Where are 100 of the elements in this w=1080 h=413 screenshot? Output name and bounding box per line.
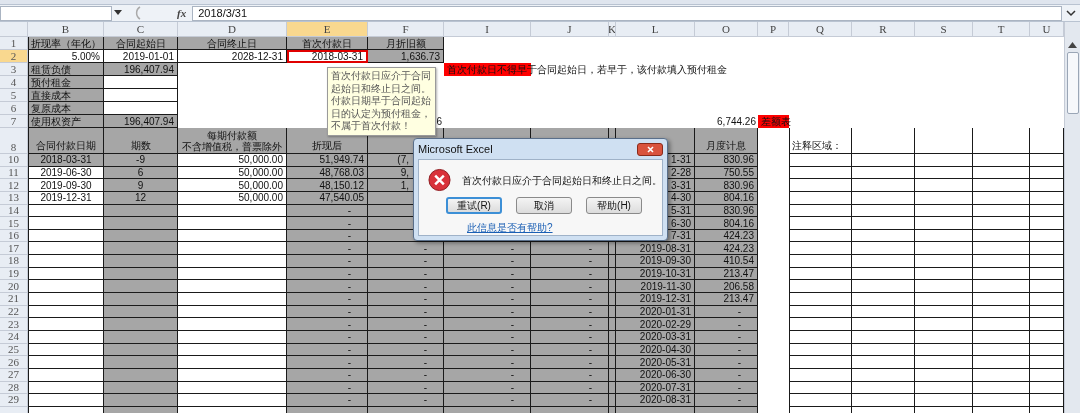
cell-text: 50,000.00	[238, 166, 283, 178]
cell-text: 196,407.94	[123, 63, 174, 75]
help-link[interactable]: 此信息是否有帮助?	[467, 220, 662, 235]
cell-text: -	[347, 369, 351, 381]
row-header[interactable]: 10	[0, 154, 28, 167]
cell-text: -	[423, 280, 427, 292]
cell-text: -	[423, 343, 427, 355]
cell-text: 2018-03-31	[311, 52, 363, 61]
cell-text: -	[737, 318, 741, 330]
cell-text: 2020-07-31	[639, 381, 691, 393]
column-header[interactable]: L	[616, 22, 695, 37]
cell-text: -	[347, 343, 351, 355]
row-header[interactable]: 8	[0, 128, 28, 154]
cell-text: 3-31	[671, 179, 691, 191]
row-header[interactable]: 1	[0, 37, 28, 50]
dialog-button[interactable]: 取消	[516, 197, 572, 214]
cell-text: (7,	[397, 154, 409, 166]
expand-icon[interactable]	[1065, 7, 1077, 19]
column-header[interactable]: E	[287, 22, 368, 37]
cell-text: 424.23	[723, 242, 754, 254]
row-header[interactable]: 3	[0, 63, 28, 76]
column-header[interactable]: T	[973, 22, 1030, 37]
cell-text: 折现后	[312, 139, 342, 151]
dialog-message: 首次付款日应介于合同起始日和终止日之间。	[462, 173, 662, 188]
column-header[interactable]: S	[915, 22, 973, 37]
cell-text: 6,744.26	[717, 116, 756, 127]
cell-text: -	[510, 280, 514, 292]
cell-text: 首次付款日	[302, 37, 352, 49]
formula-field[interactable]: 2018/3/31	[192, 5, 1062, 21]
dialog-button[interactable]: 重试(R)	[446, 197, 502, 214]
close-button[interactable]	[637, 142, 663, 156]
cell-text: 5-31	[671, 204, 691, 216]
cell-text: -	[737, 369, 741, 381]
cell-text: 12	[134, 192, 147, 204]
cell-text: -	[347, 356, 351, 368]
column-header[interactable]: I	[444, 22, 531, 37]
cell-text: 2019-09-30	[639, 255, 691, 267]
cell-text: -	[510, 331, 514, 343]
cell-text: 2-28	[671, 166, 691, 178]
cell-text: -	[510, 318, 514, 330]
column-header[interactable]: D	[178, 22, 287, 37]
cell-text: -	[737, 356, 741, 368]
cell-text: 6	[436, 116, 442, 127]
cell-text: 2020-03-31	[639, 331, 691, 343]
column-header[interactable]: F	[368, 22, 444, 37]
column-header[interactable]: B	[28, 22, 104, 37]
row-header[interactable]: 29	[0, 394, 28, 407]
scroll-thumb[interactable]	[1066, 52, 1079, 114]
function-label[interactable]: fx	[177, 4, 187, 22]
cell-text: 804.16	[723, 192, 754, 204]
row-header[interactable]: 20	[0, 280, 28, 294]
row-header[interactable]: 18	[0, 255, 28, 268]
cell-text: 50,000.00	[238, 154, 283, 166]
row-header[interactable]: 12	[0, 179, 28, 192]
cell-text: 2019-01-01	[122, 50, 174, 62]
column-header[interactable]: J	[531, 22, 609, 37]
row-header[interactable]: 23	[0, 318, 28, 331]
column-header[interactable]: C	[104, 22, 178, 37]
scroll-up-icon[interactable]	[1068, 42, 1077, 48]
cell-text: 50,000.00	[238, 192, 283, 204]
row-header[interactable]: 17	[0, 242, 28, 256]
row-header[interactable]: 7	[0, 115, 28, 128]
cell-text: -	[423, 268, 427, 280]
cell-text: -	[347, 293, 351, 305]
cell-text: -	[588, 369, 592, 381]
column-header[interactable]: R	[852, 22, 915, 37]
cell-text: 2020-06-30	[639, 369, 691, 381]
cell-text: -	[510, 343, 514, 355]
row-header[interactable]: 4	[0, 76, 28, 89]
row-header[interactable]: 21	[0, 293, 28, 306]
cell-text: 830.96	[723, 204, 754, 216]
row-header[interactable]: 15	[0, 217, 28, 230]
cell-text: -	[510, 293, 514, 305]
error-icon	[428, 168, 451, 192]
cell-text: 注释区域：	[792, 139, 842, 151]
cell-text: 2020-08-31	[639, 394, 691, 406]
dialog-button[interactable]: 帮助(H)	[586, 197, 642, 214]
column-header[interactable]: P	[758, 22, 789, 37]
row-header[interactable]: 26	[0, 356, 28, 369]
row-header[interactable]: 2	[0, 50, 28, 63]
cell-text: 2019-12-31	[40, 192, 92, 204]
cell-text: 直接成本	[31, 89, 71, 101]
cell-text: -	[588, 394, 592, 406]
row-header[interactable]: 5	[0, 89, 28, 102]
cell-text: -	[588, 293, 592, 305]
cell-text: -	[510, 268, 514, 280]
cell-text: 7-31	[671, 230, 691, 242]
cell-text: 2019-11-30	[640, 280, 691, 292]
cell-text: -	[347, 381, 351, 393]
cell-text: -	[588, 343, 592, 355]
column-header[interactable]: U	[1030, 22, 1064, 37]
select-all-corner[interactable]	[0, 22, 28, 37]
column-header[interactable]: O	[695, 22, 758, 37]
column-header[interactable]: Q	[789, 22, 852, 37]
cell-text: 2019-09-30	[40, 179, 92, 191]
vertical-scrollbar[interactable]	[1064, 22, 1080, 413]
cell-text: 复原成本	[31, 102, 71, 114]
row-header[interactable]: 6	[0, 102, 28, 115]
cell-text: -	[423, 306, 427, 317]
dropdown-icon[interactable]	[114, 10, 122, 16]
